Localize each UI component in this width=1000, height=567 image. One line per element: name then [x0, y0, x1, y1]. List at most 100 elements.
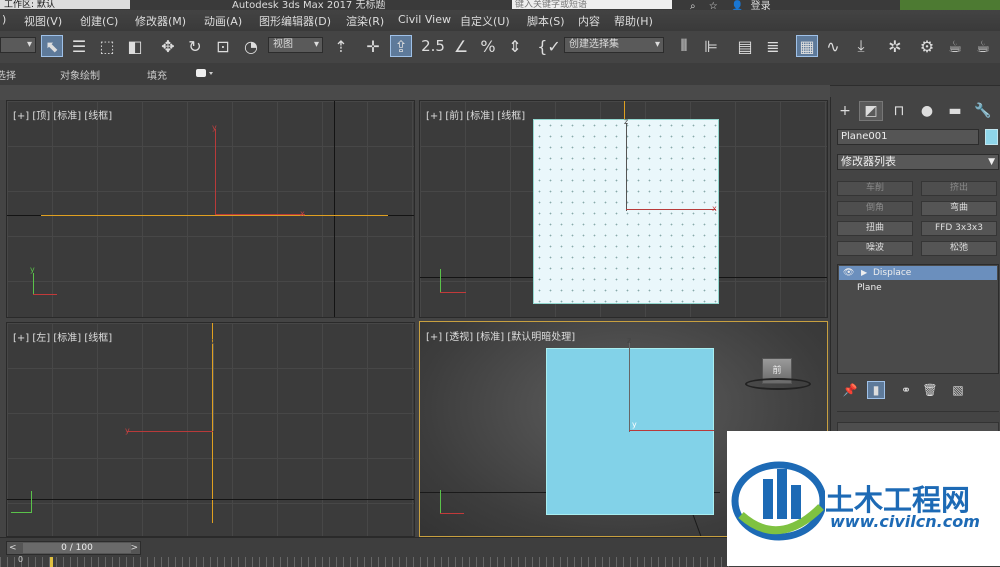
gizmo-x-axis	[215, 214, 305, 215]
menu-prev-fragment[interactable]: )	[2, 13, 6, 26]
layer-explorer-icon[interactable]: ≣	[762, 35, 784, 57]
menu-scripting[interactable]: 脚本(S)	[527, 13, 565, 29]
world-axis-z	[31, 491, 32, 513]
ribbon-tab-selection[interactable]: 选择	[0, 67, 16, 82]
extrude-button[interactable]: 挤出	[921, 181, 997, 196]
spinner-snap-icon[interactable]: ⇕	[504, 35, 526, 57]
viewport-top[interactable]: [+] [顶] [标准] [线框] y x y	[6, 100, 415, 318]
user-icon[interactable]: 👤	[731, 1, 743, 10]
gizmo-y-label: y	[212, 123, 217, 132]
gizmo-x-axis	[626, 209, 716, 210]
star-icon[interactable]: ☆	[709, 1, 718, 10]
menu-content[interactable]: 内容	[578, 13, 600, 29]
hierarchy-tab-icon[interactable]: ⊓	[887, 101, 911, 121]
modifier-list-dropdown[interactable]: 修改器列表 ▼	[837, 154, 999, 170]
menu-view[interactable]: 视图(V)	[24, 13, 62, 29]
utilities-tab-icon[interactable]: 🔧	[971, 101, 995, 121]
plane-object-perspective[interactable]	[546, 348, 714, 515]
material-editor-icon[interactable]: ✲	[884, 35, 906, 57]
rendered-frame-icon[interactable]: ☕	[944, 35, 966, 57]
noise-button[interactable]: 噪波	[837, 241, 913, 256]
edit-named-selection-icon[interactable]: {✓	[537, 35, 561, 57]
named-selection-dropdown[interactable]: 创建选择集	[564, 37, 664, 53]
mirror-icon[interactable]: ⫴	[673, 35, 695, 57]
viewport-label-perspective[interactable]: [+] [透视] [标准] [默认明暗处理]	[426, 328, 575, 343]
ribbon-options-dropdown[interactable]	[196, 68, 214, 79]
motion-tab-icon[interactable]: ●	[915, 101, 939, 121]
rotate-icon[interactable]: ↻	[184, 35, 206, 57]
object-color-swatch[interactable]	[985, 129, 998, 145]
viewcube-ring[interactable]	[745, 378, 811, 390]
reference-coord-dropdown[interactable]: 视图	[268, 37, 323, 53]
gizmo-z-axis	[213, 343, 214, 431]
ribbon-tab-populate[interactable]: 填充	[147, 67, 167, 82]
viewport-label-front[interactable]: [+] [前] [标准] [线框]	[426, 107, 525, 122]
align-icon[interactable]: ⊫	[700, 35, 722, 57]
modify-tab-icon[interactable]: ◩	[859, 101, 883, 121]
render-icon[interactable]: ☕	[972, 35, 994, 57]
stack-toolbar: 📌 ▮ ⚭ 🗑 ▧	[837, 381, 999, 401]
lathe-button[interactable]: 车削	[837, 181, 913, 196]
bend-button[interactable]: 弯曲	[921, 201, 997, 216]
curve-editor-icon[interactable]: ∿	[822, 35, 844, 57]
object-name-field[interactable]: Plane001	[837, 129, 979, 145]
remove-modifier-icon[interactable]: 🗑	[921, 381, 939, 399]
ffd-button[interactable]: FFD 3x3x3	[921, 221, 997, 236]
eye-icon[interactable]: 👁	[843, 266, 854, 280]
percent-snap-icon[interactable]: %	[477, 35, 499, 57]
relax-button[interactable]: 松弛	[921, 241, 997, 256]
menu-animation[interactable]: 动画(A)	[204, 13, 242, 29]
display-tab-icon[interactable]: ▬	[943, 101, 967, 121]
select-manipulate-icon[interactable]: ✛	[362, 35, 384, 57]
menu-modifiers[interactable]: 修改器(M)	[135, 13, 186, 29]
render-setup-icon[interactable]: ⚙	[916, 35, 938, 57]
world-axis-y	[11, 512, 31, 513]
ruler-start-label: 0	[18, 555, 24, 564]
twist-button[interactable]: 扭曲	[837, 221, 913, 236]
keyboard-shortcut-icon[interactable]: ⇪	[390, 35, 412, 57]
move-icon[interactable]: ✥	[157, 35, 179, 57]
create-tab-icon[interactable]: +	[833, 101, 857, 121]
prev-frame-icon[interactable]: <	[9, 542, 17, 554]
scene-explorer-icon[interactable]: ▤	[734, 35, 756, 57]
menu-civil-view[interactable]: Civil View	[398, 13, 451, 26]
menu-customize[interactable]: 自定义(U)	[460, 13, 510, 29]
select-object-icon[interactable]: ⬉	[41, 35, 63, 57]
viewport-label-left[interactable]: [+] [左] [标准] [线框]	[13, 329, 112, 344]
selection-filter-dropdown[interactable]	[0, 37, 36, 53]
snap-toggle-button[interactable]: 2.5	[420, 35, 446, 57]
menu-help[interactable]: 帮助(H)	[614, 13, 653, 29]
placement-icon[interactable]: ◔	[240, 35, 262, 57]
time-slider-thumb[interactable]: 0 / 100	[23, 543, 131, 553]
window-crossing-icon[interactable]: ◧	[124, 35, 146, 57]
schematic-view-icon[interactable]: ⤓	[850, 35, 872, 57]
menu-bar: ) 视图(V) 创建(C) 修改器(M) 动画(A) 图形编辑器(D) 渲染(R…	[0, 10, 1000, 32]
viewport-label-top[interactable]: [+] [顶] [标准] [线框]	[13, 107, 112, 122]
scale-icon[interactable]: ⊡	[212, 35, 234, 57]
search-input[interactable]: 键入关键字或短语	[512, 0, 672, 10]
search-icon[interactable]: ⌕	[690, 1, 696, 10]
viewport-left[interactable]: [+] [左] [标准] [线框] z y	[6, 322, 415, 537]
stack-item-displace[interactable]: 👁 ▶ Displace	[839, 266, 997, 280]
ribbon-toggle-icon[interactable]: ▦	[796, 35, 818, 57]
pin-stack-icon[interactable]: 📌	[841, 381, 859, 399]
next-frame-icon[interactable]: >	[130, 542, 138, 554]
menu-graph-editors[interactable]: 图形编辑器(D)	[259, 13, 331, 29]
signin-link[interactable]: 登录	[751, 1, 771, 10]
angle-snap-icon[interactable]: ∠	[450, 35, 472, 57]
stack-item-plane[interactable]: Plane	[839, 281, 997, 295]
menu-rendering[interactable]: 渲染(R)	[346, 13, 384, 29]
show-end-result-icon[interactable]: ▮	[867, 381, 885, 399]
workspace-dropdown[interactable]: 工作区: 默认	[0, 0, 130, 10]
expand-icon[interactable]: ▶	[861, 266, 867, 280]
configure-sets-icon[interactable]: ▧	[949, 381, 967, 399]
time-slider[interactable]: < 0 / 100 >	[6, 541, 141, 555]
ribbon-tab-object-paint[interactable]: 对象绘制	[60, 67, 100, 82]
bevel-button[interactable]: 倒角	[837, 201, 913, 216]
select-by-name-icon[interactable]: ☰	[68, 35, 90, 57]
rect-selection-icon[interactable]: ⬚	[96, 35, 118, 57]
pivot-center-icon[interactable]: ⇡	[330, 35, 352, 57]
viewport-front[interactable]: [+] [前] [标准] [线框] z x	[419, 100, 828, 318]
menu-create[interactable]: 创建(C)	[80, 13, 118, 29]
make-unique-icon[interactable]: ⚭	[897, 381, 915, 399]
